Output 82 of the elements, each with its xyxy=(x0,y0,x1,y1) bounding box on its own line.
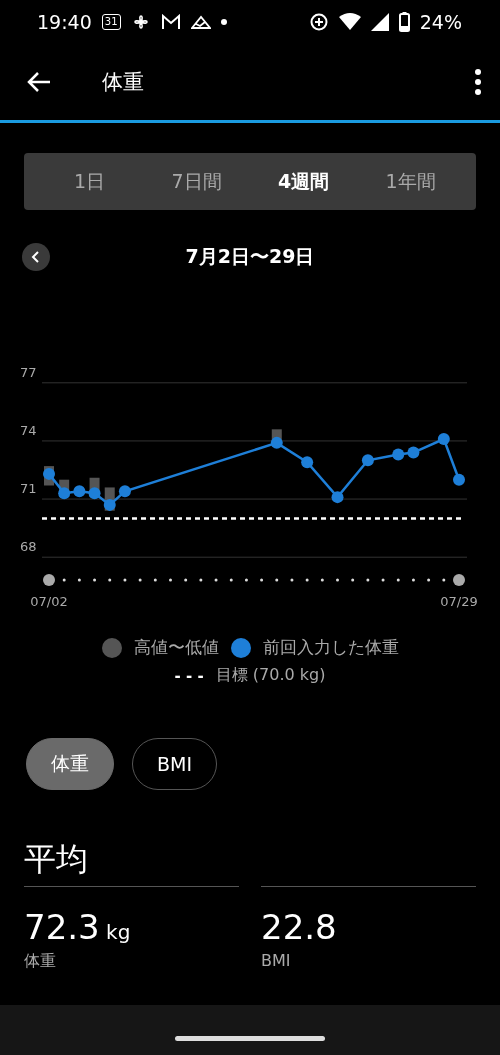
date-range: 7月2日〜29日 xyxy=(184,244,316,269)
metric-tab[interactable]: BMI xyxy=(132,738,218,790)
tick-dot xyxy=(366,578,370,582)
error-bar xyxy=(44,466,54,486)
tick-dot xyxy=(123,578,127,582)
tick-dot xyxy=(244,578,248,582)
data-point xyxy=(453,473,465,486)
calendar-icon: 31 xyxy=(101,14,121,30)
tick-dot xyxy=(381,578,385,582)
tick-dot xyxy=(320,578,324,582)
legend-dashes: - - - xyxy=(174,666,204,685)
axis-label: 07/29 xyxy=(440,594,478,609)
previous-button[interactable] xyxy=(22,243,50,271)
tick-dot xyxy=(93,578,97,582)
axis-label: 07/02 xyxy=(30,594,68,609)
tick-dot xyxy=(184,578,188,582)
axis-label: 68 xyxy=(20,539,37,555)
tick-dot xyxy=(305,578,309,582)
tick-dot xyxy=(396,578,400,582)
tick-dot xyxy=(199,578,203,582)
data-saver-icon xyxy=(308,12,329,32)
axis-label: 71 xyxy=(20,481,37,497)
data-point xyxy=(437,433,450,445)
tick-dot xyxy=(169,578,172,582)
chevron-left-icon xyxy=(31,250,41,264)
wifi-icon xyxy=(338,13,361,31)
mail-icon xyxy=(160,14,181,30)
data-point xyxy=(73,485,86,498)
data-point xyxy=(43,467,55,480)
period-tab[interactable]: 7日間 xyxy=(143,153,250,210)
tick-dot xyxy=(351,578,355,582)
tick-marker xyxy=(453,574,465,586)
signal-icon xyxy=(370,13,389,31)
stat-value: 72.3 xyxy=(24,907,100,947)
tick-dot xyxy=(290,578,294,582)
data-point xyxy=(331,491,344,504)
page-title: 体重 xyxy=(102,69,144,96)
axis-label: 77 xyxy=(20,368,37,380)
stat-unit: kg xyxy=(105,920,131,944)
data-point xyxy=(361,454,374,467)
data-point xyxy=(392,448,405,461)
tick-dot xyxy=(411,578,415,582)
tick-dot xyxy=(442,578,446,582)
period-tab[interactable]: 1年間 xyxy=(357,153,464,210)
tick-dot xyxy=(108,578,112,582)
data-point xyxy=(118,485,131,498)
mountain-icon xyxy=(190,15,211,29)
tick-dot xyxy=(427,578,431,582)
error-bar xyxy=(104,487,115,511)
data-point xyxy=(58,487,71,500)
axis-label: 74 xyxy=(20,422,37,438)
tick-marker xyxy=(43,574,55,586)
back-arrow-icon[interactable] xyxy=(26,71,52,93)
data-point xyxy=(103,498,116,511)
metric-tab[interactable]: 体重 xyxy=(26,738,114,790)
tick-dot xyxy=(260,578,264,582)
tick-dot xyxy=(336,578,339,582)
battery-icon xyxy=(398,12,410,32)
data-point xyxy=(88,487,101,500)
legend-label: 高値〜低値 xyxy=(133,636,219,659)
tick-dot xyxy=(138,578,142,582)
data-point xyxy=(407,446,420,459)
data-point xyxy=(301,456,314,469)
data-point xyxy=(270,436,283,449)
period-tab[interactable]: 4週間 xyxy=(250,153,357,210)
battery-percent: 24% xyxy=(419,11,462,33)
stat-label: 体重 xyxy=(24,951,57,972)
tick-dot xyxy=(275,578,279,582)
tick-dot xyxy=(214,578,218,582)
tick-dot xyxy=(62,578,66,582)
tick-dot xyxy=(229,578,233,582)
status-time: 19:40 xyxy=(37,11,92,33)
legend-label: 前回入力した体重 xyxy=(262,636,399,659)
period-tab[interactable]: 1日 xyxy=(36,153,143,210)
tick-dot xyxy=(77,578,81,582)
legend-label: 目標 (70.0 kg) xyxy=(215,665,326,686)
tick-dot xyxy=(153,578,157,582)
stat-value: 22.8 xyxy=(261,907,337,947)
dot-icon xyxy=(220,19,227,25)
more-menu-icon[interactable] xyxy=(474,69,482,95)
stat-label: BMI xyxy=(261,951,292,970)
section-heading: 平均 xyxy=(24,839,89,880)
